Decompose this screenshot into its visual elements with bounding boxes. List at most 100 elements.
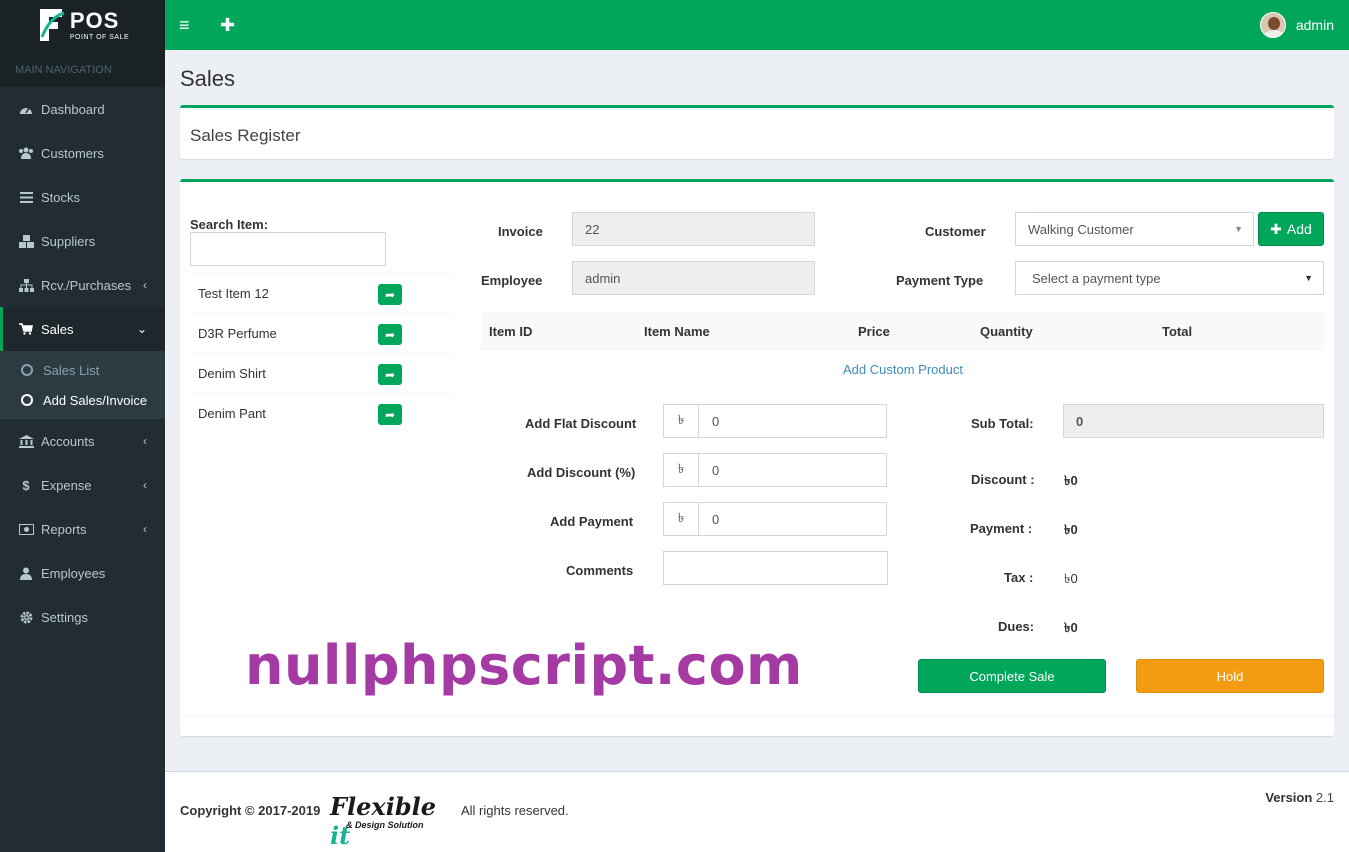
col-total: Total <box>1162 324 1193 339</box>
add-item-button[interactable]: ➦ <box>378 284 402 305</box>
discount-percent-input[interactable]: ৳ 0 <box>663 453 887 487</box>
chevron-left-icon: ‹ <box>143 434 147 448</box>
sidebar-item-label: Customers <box>41 145 104 161</box>
sidebar-item-suppliers[interactable]: Suppliers <box>0 219 165 263</box>
list-item: Denim Shirt ➦ <box>190 353 452 393</box>
employee-label: Employee <box>481 273 543 288</box>
customer-selected: Walking Customer <box>1028 221 1134 237</box>
caret-down-icon: ▼ <box>1234 224 1243 234</box>
logo-title: POS <box>69 7 120 33</box>
company-logo-sub: & Design Solution <box>346 820 424 830</box>
sidebar-item-sales[interactable]: Sales ⌄ <box>0 307 165 351</box>
currency-addon: ৳ <box>664 405 699 437</box>
share-icon: ➦ <box>384 407 396 422</box>
hold-button[interactable]: Hold <box>1136 659 1324 693</box>
cubes-icon <box>18 233 34 249</box>
comments-label: Comments <box>566 563 634 578</box>
col-quantity: Quantity <box>980 324 1033 339</box>
payment-value: ৳0 <box>1064 522 1078 537</box>
box-title: Sales Register <box>190 126 301 145</box>
watermark-text: nullphpscript.com <box>245 634 803 697</box>
item-name: Denim Shirt <box>198 366 266 381</box>
sidebar-item-reports[interactable]: Reports ‹ <box>0 507 165 551</box>
caret-down-icon: ▼ <box>1304 273 1313 283</box>
add-payment-input[interactable]: ৳ 0 <box>663 502 887 536</box>
invoice-field: 22 <box>572 212 815 246</box>
sidebar-item-accounts[interactable]: Accounts ‹ <box>0 419 165 463</box>
version-value: 2.1 <box>1315 790 1334 805</box>
flat-discount-input[interactable]: ৳ 0 <box>663 404 887 438</box>
dues-label: Dues: <box>998 619 1035 634</box>
sidebar-item-label: Accounts <box>41 433 95 449</box>
top-navbar: ≡ ✚ admin <box>165 0 1349 50</box>
nav-header: MAIN NAVIGATION <box>0 50 165 87</box>
flat-discount-value: 0 <box>712 413 720 429</box>
company-logo[interactable]: Flexible it & Design Solution <box>326 792 456 850</box>
page-title: Sales <box>180 66 236 91</box>
col-item-name: Item Name <box>644 324 710 339</box>
complete-sale-button[interactable]: Complete Sale <box>918 659 1106 693</box>
discount-value: ৳0 <box>1064 473 1078 488</box>
col-price: Price <box>858 324 890 339</box>
discount-percent-value: 0 <box>712 462 720 478</box>
sidebar-item-purchases[interactable]: Rcv./Purchases ‹ <box>0 263 165 307</box>
employee-field: admin <box>572 261 815 295</box>
col-item-id: Item ID <box>489 324 533 339</box>
add-button-label: Add <box>1286 221 1312 237</box>
sidebar-subitem-add-sales[interactable]: Add Sales/Invoice <box>0 385 165 415</box>
sales-form-box: Search Item: Test Item 12 ➦ D3R Perfume … <box>180 179 1334 736</box>
currency-addon: ৳ <box>664 503 699 535</box>
list-item: Denim Pant ➦ <box>190 393 452 433</box>
comments-input[interactable] <box>663 551 888 585</box>
sidebar-item-employees[interactable]: Employees <box>0 551 165 595</box>
item-name: D3R Perfume <box>198 326 277 341</box>
sidebar-item-label: Sales <box>41 321 74 337</box>
add-customer-button[interactable]: ✚ Add <box>1258 212 1324 246</box>
sidebar-item-label: Dashboard <box>41 101 105 117</box>
sidebar-subitem-sales-list[interactable]: Sales List <box>0 355 165 385</box>
sidebar-item-settings[interactable]: Settings <box>0 595 165 639</box>
sidebar-item-expense[interactable]: $ Expense ‹ <box>0 463 165 507</box>
user-icon <box>18 565 34 581</box>
sidebar-item-dashboard[interactable]: Dashboard <box>0 87 165 131</box>
avatar <box>1259 12 1286 38</box>
gear-icon <box>18 609 34 625</box>
customer-select[interactable]: Walking Customer ▼ <box>1015 212 1254 246</box>
sidebar-subitem-label: Sales List <box>43 362 100 378</box>
chevron-down-icon: ⌄ <box>136 322 147 336</box>
sidebar-item-label: Expense <box>41 477 92 493</box>
add-payment-label: Add Payment <box>550 514 634 529</box>
share-icon: ➦ <box>384 327 396 342</box>
invoice-label: Invoice <box>498 224 543 239</box>
chevron-left-icon: ‹ <box>143 522 147 536</box>
sales-register-header: Sales Register <box>180 105 1334 159</box>
add-custom-product-link[interactable]: Add Custom Product <box>843 362 963 377</box>
add-payment-value: 0 <box>712 511 720 527</box>
tax-value: ৳0 <box>1064 571 1078 586</box>
plus-icon: ✚ <box>1270 220 1282 237</box>
sidebar-item-stocks[interactable]: Stocks <box>0 175 165 219</box>
sidebar-item-label: Rcv./Purchases <box>41 277 132 293</box>
search-label: Search Item: <box>190 217 269 232</box>
share-icon: ➦ <box>384 287 396 302</box>
logo-area[interactable]: POS POINT OF SALE <box>0 0 165 50</box>
plus-icon[interactable]: ✚ <box>220 15 235 36</box>
sales-submenu: Sales List Add Sales/Invoice <box>0 351 165 419</box>
add-item-button[interactable]: ➦ <box>378 324 402 345</box>
add-item-button[interactable]: ➦ <box>378 364 402 385</box>
add-item-button[interactable]: ➦ <box>378 404 402 425</box>
users-icon <box>18 145 34 161</box>
sidebar-item-label: Reports <box>41 521 87 537</box>
sitemap-icon <box>18 277 34 293</box>
user-menu[interactable]: admin <box>1259 12 1334 38</box>
search-input[interactable] <box>190 232 386 266</box>
hamburger-icon[interactable]: ≡ <box>179 15 190 36</box>
payment-type-select[interactable]: Select a payment type ▼ <box>1015 261 1324 295</box>
logo-subtitle: POINT OF SALE <box>69 33 130 41</box>
sidebar-item-customers[interactable]: Customers <box>0 131 165 175</box>
bank-icon <box>18 433 34 449</box>
footer: Copyright © 2017-2019 Flexible it & Desi… <box>165 771 1349 852</box>
customer-label: Customer <box>925 224 986 239</box>
pos-logo-icon <box>39 9 65 41</box>
list-item: D3R Perfume ➦ <box>190 313 452 353</box>
